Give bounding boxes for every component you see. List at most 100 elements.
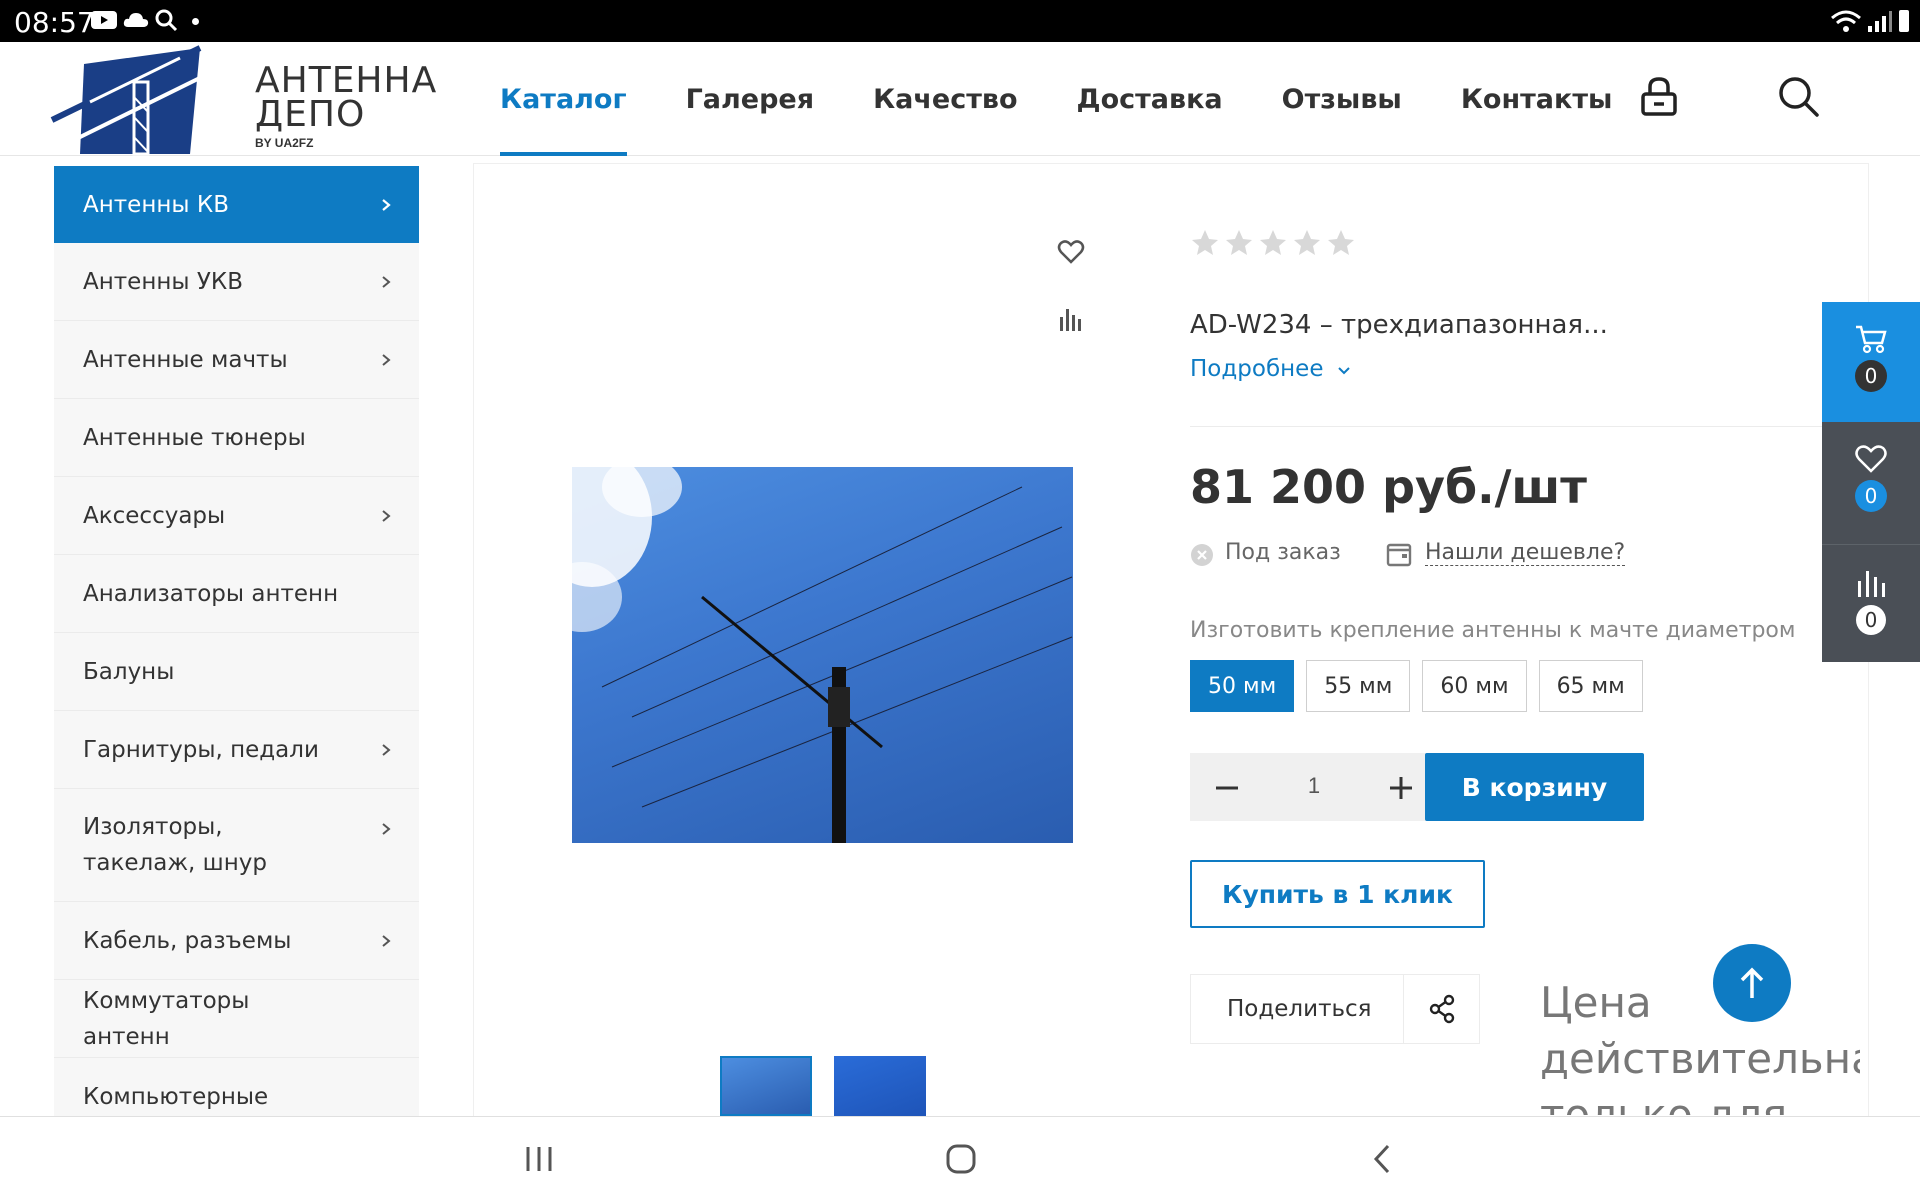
size-option-55[interactable]: 55 мм [1306,660,1411,712]
unavailable-icon [1191,544,1213,566]
favorites-widget[interactable]: 0 [1822,422,1920,545]
more-link-label: Подробнее [1190,356,1324,382]
product-image[interactable] [572,467,1073,843]
antenna-photo-icon [572,467,1073,843]
star-icon [1328,230,1354,255]
product-thumbnail-2[interactable] [834,1056,926,1116]
size-option-65[interactable]: 65 мм [1538,660,1643,712]
sidebar-item-label: Гарнитуры, педали [83,736,319,763]
more-link[interactable]: Подробнее [1190,356,1351,382]
compare-count-badge: 0 [1856,605,1886,635]
price-note: Цена действительна только для [1540,978,1860,1115]
sidebar-item-headsets-pedals[interactable]: Гарнитуры, педали [54,711,419,789]
status-bar: 08:57 [0,0,1920,42]
sidebar-item-label: Антенные мачты [83,346,288,373]
wifi-icon [1831,10,1861,32]
nav-reviews[interactable]: Отзывы [1282,42,1402,156]
compare-widget[interactable]: 0 [1822,545,1920,662]
logo-line-2: ДЕПО [255,94,366,135]
chevron-right-icon [382,275,391,288]
share-label: Поделиться [1227,996,1372,1022]
sidebar-item-antenna-switches[interactable]: Коммутаторы антенн [54,980,419,1058]
product-price: 81 200 руб./шт [1190,460,1587,514]
sidebar-item-baluns[interactable]: Балуны [54,633,419,711]
youtube-icon [91,11,117,29]
product-title: AD-W234 – трехдиапазонная... [1190,310,1608,340]
sidebar-item-label: Кабель, разъемы [83,927,292,954]
sidebar-item-antenna-analyzers[interactable]: Анализаторы антенн [54,555,419,633]
mount-option-label: Изготовить крепление антенны к мачте диа… [1190,618,1796,643]
sidebar-item-label: Анализаторы антенн [83,580,339,607]
site-header: АНТЕННА ДЕПО BY UA2FZ Каталог Галерея Ка… [0,42,1920,156]
size-option-50[interactable]: 50 мм [1190,660,1295,712]
battery-icon [1899,10,1909,32]
share-button[interactable]: Поделиться [1190,974,1480,1044]
star-icon [1260,230,1286,255]
add-to-cart-button[interactable]: В корзину [1425,753,1644,821]
buy-one-click-button[interactable]: Купить в 1 клик [1190,860,1485,928]
nav-delivery[interactable]: Доставка [1077,42,1223,156]
sidebar-item-accessories[interactable]: Аксессуары [54,477,419,555]
sidebar-item-label: Коммутаторы антенн [83,987,250,1050]
found-cheaper-link[interactable]: Нашли дешевле? [1425,540,1626,566]
sidebar-item-label: Антенные тюнеры [83,424,306,451]
back-icon[interactable] [1368,1141,1396,1177]
nav-contacts[interactable]: Контакты [1461,42,1613,156]
chevron-right-icon [382,823,391,835]
cart-widget[interactable]: 0 [1822,302,1920,422]
star-icon [1226,230,1252,255]
share-icon-wrap [1403,974,1479,1044]
chevron-right-icon [382,743,391,756]
sidebar-item-vhf-antennas[interactable]: Антенны УКВ [54,243,419,321]
sidebar-item-label: Антенны КВ [83,191,229,218]
chevron-right-icon [382,934,391,947]
plus-icon[interactable] [1386,773,1416,803]
product-thumbnail-1[interactable] [720,1056,812,1116]
favorites-count-badge: 0 [1855,480,1887,512]
scroll-to-top-button[interactable] [1713,944,1791,1022]
heart-icon [1855,445,1887,473]
recent-apps-icon[interactable] [524,1141,556,1177]
sidebar-item-antenna-masts[interactable]: Антенные мачты [54,321,419,399]
sidebar-item-hf-antennas[interactable]: Антенны КВ [54,166,419,243]
lock-icon[interactable] [1640,76,1678,118]
sidebar-item-label: Аксессуары [83,502,226,529]
notification-dot [192,18,199,25]
star-icon [1294,230,1320,255]
system-nav-bar [0,1116,1920,1200]
divider [1190,426,1825,427]
nav-quality[interactable]: Качество [873,42,1017,156]
share-icon [1429,994,1454,1024]
arrow-up-icon [1740,967,1764,998]
heart-icon[interactable] [1057,238,1085,266]
sidebar-item-label: Балуны [83,658,175,685]
catalog-sidebar: Антенны КВ Антенны УКВ Антенные мачты Ан… [54,166,419,1136]
floating-panel: 0 0 0 [1822,302,1920,662]
sidebar-item-label: Компьютерные [83,1083,269,1110]
search-icon[interactable] [1778,76,1820,118]
signal-icon [1868,11,1892,32]
main-nav: Каталог Галерея Качество Доставка Отзывы… [500,42,1671,156]
nav-catalog[interactable]: Каталог [500,42,627,156]
chevron-right-icon [382,509,391,522]
compare-icon[interactable] [1057,305,1085,333]
wallet-icon [1386,543,1412,567]
compare-icon [1858,571,1885,597]
logo[interactable]: АНТЕННА ДЕПО BY UA2FZ [50,42,436,156]
size-option-60[interactable]: 60 мм [1422,660,1527,712]
sidebar-item-insulators-rigging[interactable]: Изоляторы, такелаж, шнур [54,789,419,902]
star-icon [1192,230,1218,255]
home-icon[interactable] [944,1141,980,1177]
nav-gallery[interactable]: Галерея [686,42,815,156]
stock-status: Под заказ [1225,540,1341,565]
rating-stars[interactable] [1190,228,1356,258]
cart-count-badge: 0 [1855,360,1887,392]
cloud-icon [123,13,149,27]
sidebar-item-antenna-tuners[interactable]: Антенные тюнеры [54,399,419,477]
sidebar-item-cables-connectors[interactable]: Кабель, разъемы [54,902,419,980]
chevron-down-icon [1338,367,1350,375]
quantity-stepper: 1 [1190,753,1438,821]
sidebar-item-label: Антенны УКВ [83,268,243,295]
chevron-right-icon [382,353,391,366]
logo-emblem-icon [50,45,221,156]
